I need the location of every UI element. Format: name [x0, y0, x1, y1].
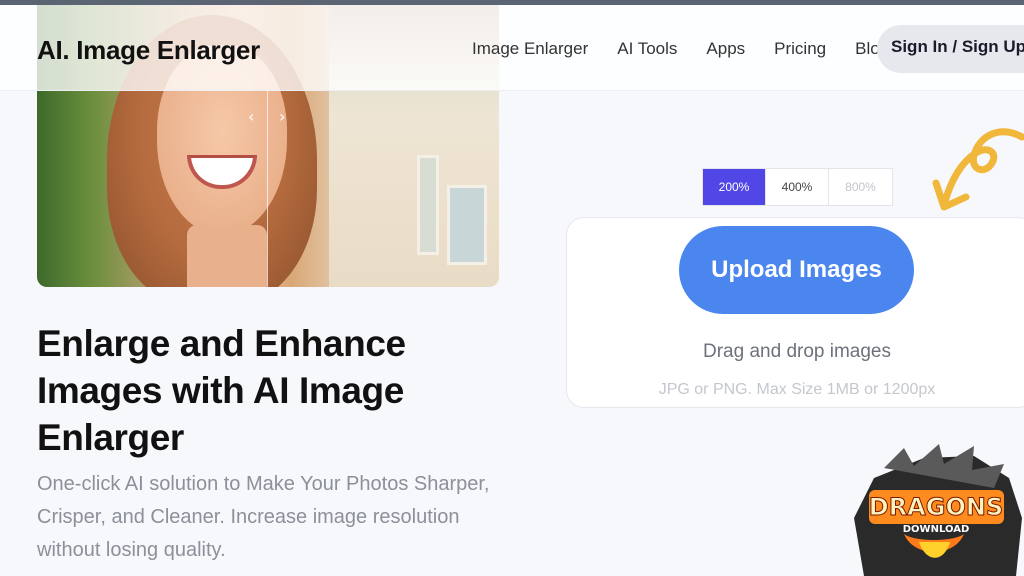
nav-links: Image Enlarger AI Tools Apps Pricing Blo…	[472, 39, 918, 59]
signin-signup-button[interactable]: Sign In / Sign Up	[877, 25, 1024, 73]
chevron-left-icon[interactable]: ‹	[248, 109, 254, 125]
nav-link-ai-tools[interactable]: AI Tools	[617, 39, 677, 59]
scale-option-200[interactable]: 200%	[703, 169, 766, 205]
svg-text:DOWNLOAD: DOWNLOAD	[903, 524, 970, 535]
svg-text:DRAGONS: DRAGONS	[869, 493, 1003, 521]
drag-drop-hint: Drag and drop images	[703, 341, 891, 362]
nav-link-image-enlarger[interactable]: Image Enlarger	[472, 39, 588, 59]
chevron-right-icon[interactable]: ›	[279, 109, 285, 125]
scale-selector: 200% 400% 800%	[702, 168, 893, 206]
background-window	[447, 185, 487, 265]
portrait-neck	[187, 225, 267, 287]
nav-link-apps[interactable]: Apps	[706, 39, 745, 59]
scale-option-400[interactable]: 400%	[766, 169, 829, 205]
page-subheadline: One-click AI solution to Make Your Photo…	[37, 473, 490, 561]
dragons-download-watermark-logo: DRAGONS DOWNLOAD	[854, 444, 1022, 576]
upload-images-button[interactable]: Upload Images	[679, 226, 914, 314]
brand-logo-text[interactable]: AI. Image Enlarger	[37, 35, 260, 66]
top-navbar: AI. Image Enlarger Image Enlarger AI Too…	[0, 5, 1024, 91]
page-headline: Enlarge and Enhance Images with AI Image…	[37, 323, 406, 458]
curved-arrow-icon	[932, 128, 1024, 211]
file-limits-hint: JPG or PNG. Max Size 1MB or 1200px	[658, 381, 936, 398]
nav-link-pricing[interactable]: Pricing	[774, 39, 826, 59]
scale-option-800[interactable]: 800%	[829, 169, 892, 205]
background-window	[417, 155, 439, 255]
comparison-slider-handle[interactable]	[267, 90, 268, 287]
